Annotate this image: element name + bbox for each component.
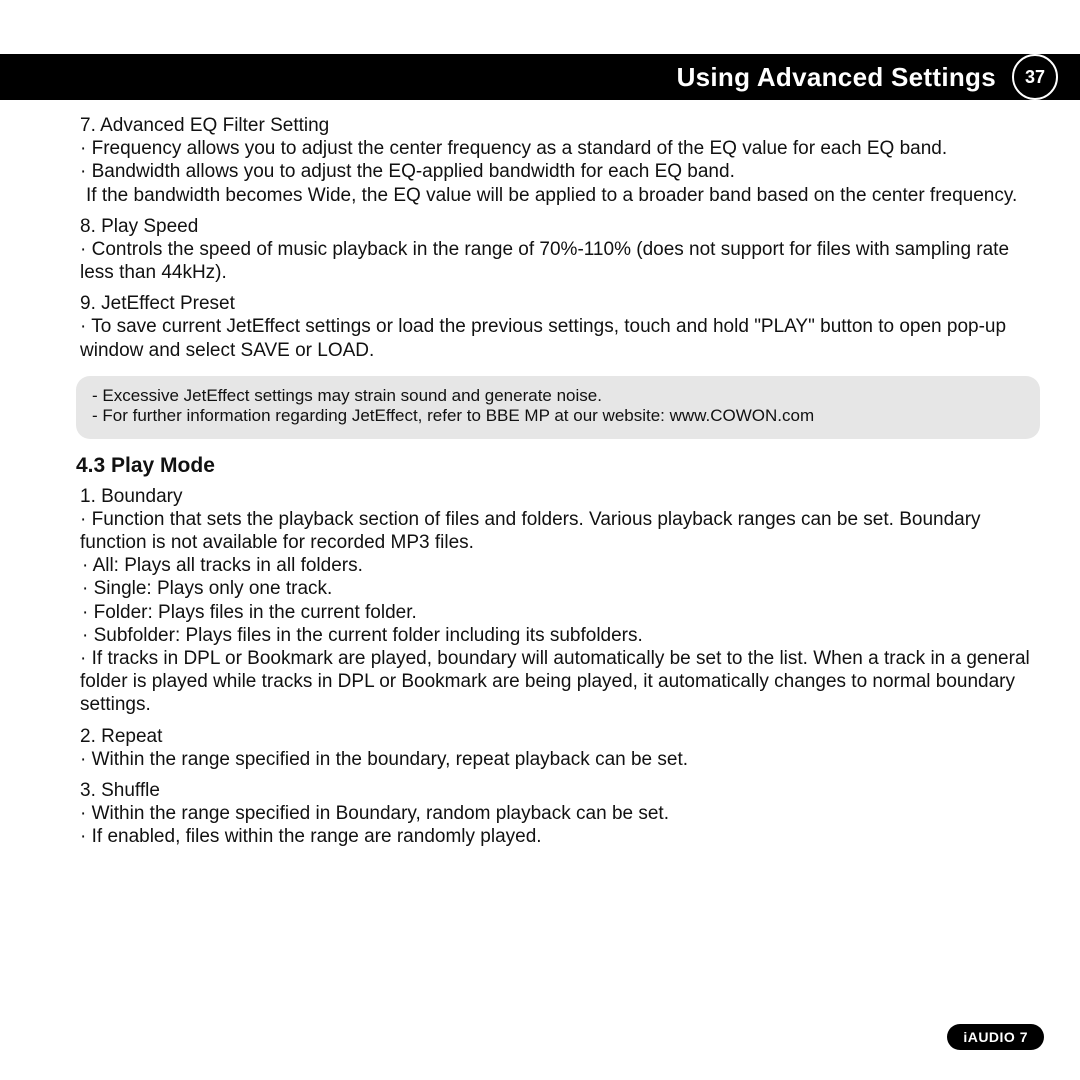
shuffle-heading: 3. Shuffle (76, 779, 1040, 802)
boundary-heading: 1. Boundary (76, 485, 1040, 508)
boundary-option-single: Single: Plays only one track. (76, 577, 1040, 600)
boundary-bullet-2: If tracks in DPL or Bookmark are played,… (76, 647, 1040, 717)
item-9-heading: 9. JetEffect Preset (76, 292, 1040, 315)
item-7-heading: 7. Advanced EQ Filter Setting (76, 114, 1040, 137)
item-7-bullet-1: Frequency allows you to adjust the cente… (76, 137, 1040, 160)
section-4-3-heading: 4.3 Play Mode (76, 453, 1040, 479)
page-number-badge: 37 (1012, 54, 1058, 100)
item-8-heading: 8. Play Speed (76, 215, 1040, 238)
footer-product-badge: iAUDIO 7 (947, 1024, 1044, 1050)
shuffle-bullet-1: Within the range specified in Boundary, … (76, 802, 1040, 825)
item-8-bullet-1: Controls the speed of music playback in … (76, 238, 1040, 284)
shuffle-bullet-2: If enabled, files within the range are r… (76, 825, 1040, 848)
repeat-heading: 2. Repeat (76, 725, 1040, 748)
boundary-option-subfolder: Subfolder: Plays files in the current fo… (76, 624, 1040, 647)
note-line-2: For further information regarding JetEff… (92, 406, 1024, 427)
boundary-option-folder: Folder: Plays files in the current folde… (76, 601, 1040, 624)
header-bar: Using Advanced Settings 37 (0, 54, 1080, 100)
note-box: Excessive JetEffect settings may strain … (76, 376, 1040, 439)
boundary-bullet-1: Function that sets the playback section … (76, 508, 1040, 554)
note-line-1: Excessive JetEffect settings may strain … (92, 386, 1024, 407)
item-7-continuation: If the bandwidth becomes Wide, the EQ va… (76, 184, 1040, 207)
repeat-bullet-1: Within the range specified in the bounda… (76, 748, 1040, 771)
boundary-option-all: All: Plays all tracks in all folders. (76, 554, 1040, 577)
page-content: 7. Advanced EQ Filter Setting Frequency … (76, 114, 1040, 856)
page-title: Using Advanced Settings (677, 62, 1012, 93)
item-9-bullet-1: To save current JetEffect settings or lo… (76, 315, 1040, 361)
item-7-bullet-2: Bandwidth allows you to adjust the EQ-ap… (76, 160, 1040, 183)
